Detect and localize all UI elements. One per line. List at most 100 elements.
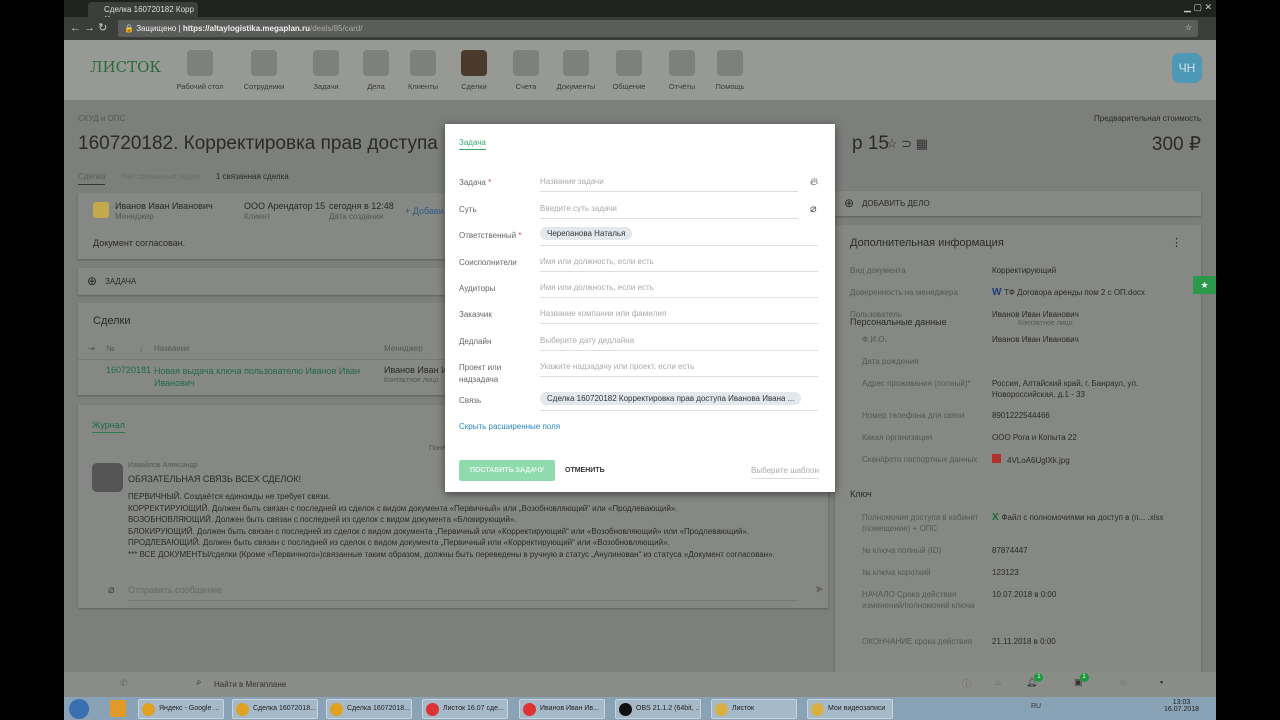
- urgent-fire-icon[interactable]: 🔥︎: [810, 176, 818, 189]
- submit-task-button[interactable]: ПОСТАВИТЬ ЗАДАЧУ: [459, 460, 555, 481]
- field-input[interactable]: Сделка 160720182 Корректировка прав дост…: [540, 392, 818, 411]
- journal-line: *** ВСЕ ДОКУМЕНТЫ/сделки (Кроме «Первичн…: [128, 549, 775, 559]
- page-title: 160720182. Корректировка прав доступа: [78, 133, 438, 154]
- phone-icon[interactable]: ✆: [120, 678, 128, 689]
- field-input[interactable]: Название задачи: [540, 177, 798, 192]
- field-value-text: 21.11.2018 в 0:00: [992, 637, 1056, 646]
- field-input[interactable]: Имя или должность, если есть: [540, 283, 818, 298]
- nav-label: Сотрудники: [243, 82, 285, 91]
- client-name[interactable]: ООО Арендатор 15: [244, 201, 325, 211]
- placeholder: Выберите дату дедлайна: [540, 336, 635, 345]
- col-header-manager[interactable]: Менеджер: [384, 344, 423, 353]
- journal-author[interactable]: Измайлов Александр: [128, 462, 198, 469]
- search-input[interactable]: Найти в Мегаплане: [214, 680, 286, 689]
- more-icon[interactable]: ⋮: [1171, 236, 1182, 249]
- field-label: Задача *: [459, 177, 529, 189]
- taskbar-item[interactable]: Листок: [711, 699, 797, 719]
- deal-name[interactable]: Новая выдача ключа пользователю Иванов И…: [154, 365, 364, 389]
- field-input[interactable]: Черепанова Наталья: [540, 227, 818, 246]
- dialog-tab-task[interactable]: Задача: [459, 138, 486, 150]
- taskbar-item[interactable]: Мои видеозаписи: [807, 699, 893, 719]
- col-header-name[interactable]: Название: [154, 344, 190, 353]
- field-input[interactable]: Название компании или фамилия: [540, 309, 818, 324]
- template-select[interactable]: Выберите шаблон: [751, 466, 819, 479]
- nav-item[interactable]: Документы: [546, 50, 606, 91]
- bookmark-star-icon[interactable]: ☆: [1185, 23, 1192, 32]
- field-label: ОКОНЧАНИЕ срока действия: [862, 637, 973, 646]
- info-icon[interactable]: ⓘ: [962, 677, 971, 690]
- nav-item[interactable]: Общение: [599, 50, 659, 91]
- manager-name[interactable]: Иванов Иван Иванович: [115, 201, 213, 211]
- logo[interactable]: ЛИСТОК: [90, 58, 161, 76]
- message-input[interactable]: Отправить сообщение: [128, 585, 798, 601]
- chip[interactable]: Черепанова Наталья: [540, 227, 633, 240]
- star-icon[interactable]: ☆ ⊃ ▦: [886, 136, 928, 152]
- nav-item[interactable]: Сделки: [444, 50, 504, 91]
- col-header-num[interactable]: №: [106, 344, 115, 353]
- taskbar-item[interactable]: Сделка 16072018...: [232, 699, 318, 719]
- url-input[interactable]: 🔒 Защищено | https://altaylogistika.mega…: [118, 20, 1198, 37]
- nav-label: Рабочий стол: [176, 82, 224, 91]
- field-input[interactable]: Имя или должность, если есть: [540, 257, 818, 272]
- hide-extended-fields-link[interactable]: Скрыть расширенные поля: [459, 422, 560, 431]
- field-label: Ответственный *: [459, 230, 529, 242]
- nav-label: Отчёты: [668, 82, 696, 91]
- field-label: Вид документа: [850, 266, 906, 275]
- tab-tasks[interactable]: Нет связанных задач: [121, 172, 200, 185]
- nav-buttons[interactable]: ← → ↻: [70, 21, 107, 34]
- label-text: Связь: [459, 396, 482, 405]
- plus-circle-icon: ⊕: [844, 196, 855, 210]
- clock[interactable]: 13:03 16.07.2018: [1164, 699, 1199, 713]
- cancel-button[interactable]: ОТМЕНИТЬ: [565, 467, 605, 474]
- taskbar-label: Яндекс - Google ...: [159, 705, 220, 712]
- field-input[interactable]: Введите суть задачи: [540, 204, 798, 219]
- nav-label: Счета: [515, 82, 537, 91]
- bell-icon[interactable]: 🔔︎ 1: [1026, 673, 1044, 688]
- taskbar-item[interactable]: Иванов Иван Ив...: [519, 699, 605, 719]
- favorite-tab-icon[interactable]: ★: [1193, 276, 1216, 294]
- send-icon[interactable]: ➤: [814, 582, 824, 596]
- nav-item[interactable]: Рабочий стол: [170, 50, 230, 91]
- deal-manager[interactable]: Иванов Иван И: [384, 365, 448, 375]
- manager-role: Менеджер: [115, 212, 154, 221]
- star-icon[interactable]: ☆: [1119, 677, 1127, 688]
- breadcrumb[interactable]: СКУД и ОПС: [78, 114, 125, 123]
- window-controls[interactable]: ▁ ▢ ✕: [1184, 2, 1212, 13]
- placeholder: Введите суть задачи: [540, 204, 617, 213]
- deal-number[interactable]: 160720181: [106, 365, 151, 375]
- field-input[interactable]: Выберите дату дедлайна: [540, 336, 818, 351]
- sort-icon[interactable]: ↓: [139, 344, 143, 353]
- fire-icon[interactable]: ♨: [994, 677, 1002, 688]
- field-input[interactable]: Укажите надзадачу или проект, если есть: [540, 362, 818, 377]
- taskbar-item[interactable]: Листок 16.07 сде...: [422, 699, 508, 719]
- field-label: № ключа полный (ID): [862, 546, 942, 555]
- feedback-icon[interactable]: ▪: [1160, 677, 1163, 687]
- language-indicator[interactable]: RU: [1031, 703, 1041, 710]
- nav-item[interactable]: Сотрудники: [234, 50, 294, 91]
- nav-label: Помощь: [715, 82, 745, 91]
- app-icon: [142, 703, 155, 716]
- chip[interactable]: Сделка 160720182 Корректировка прав дост…: [540, 392, 802, 405]
- export-icon[interactable]: ⇥: [88, 344, 95, 353]
- attach-icon[interactable]: ⌀: [810, 202, 817, 215]
- tab-linked-deals[interactable]: 1 связанная сделка: [216, 172, 289, 185]
- outlook-icon[interactable]: [110, 700, 126, 717]
- nav-icon: [363, 50, 389, 76]
- required-mark: *: [488, 178, 492, 187]
- nav-item[interactable]: Помощь: [700, 50, 760, 91]
- taskbar-label: OBS 21.1.2 (64bit, ...: [636, 705, 701, 712]
- browser-tab[interactable]: Сделка 160720182 Корр ✕: [88, 2, 198, 23]
- start-button[interactable]: [69, 699, 89, 719]
- add-deal-button[interactable]: ⊕ ДОБАВИТЬ ДЕЛО: [835, 191, 1201, 216]
- chat-icon[interactable]: ▣ 1: [1074, 673, 1089, 688]
- taskbar-item[interactable]: OBS 21.1.2 (64bit, ...: [615, 699, 701, 719]
- taskbar-item[interactable]: Яндекс - Google ...: [138, 699, 224, 719]
- taskbar-item[interactable]: Сделка 16072018...: [326, 699, 412, 719]
- tab-deal[interactable]: Сделка: [78, 172, 106, 185]
- user-avatar[interactable]: ЧН: [1172, 53, 1202, 83]
- attach-icon[interactable]: ⌀: [108, 583, 115, 596]
- journal-tab[interactable]: Журнал: [92, 420, 125, 433]
- add-link[interactable]: + Добави: [405, 206, 444, 216]
- field-value-text: 8901222544466: [992, 411, 1050, 420]
- main-nav: ЛИСТОК Рабочий стол Сотрудники Задачи Дела К…: [64, 40, 1216, 100]
